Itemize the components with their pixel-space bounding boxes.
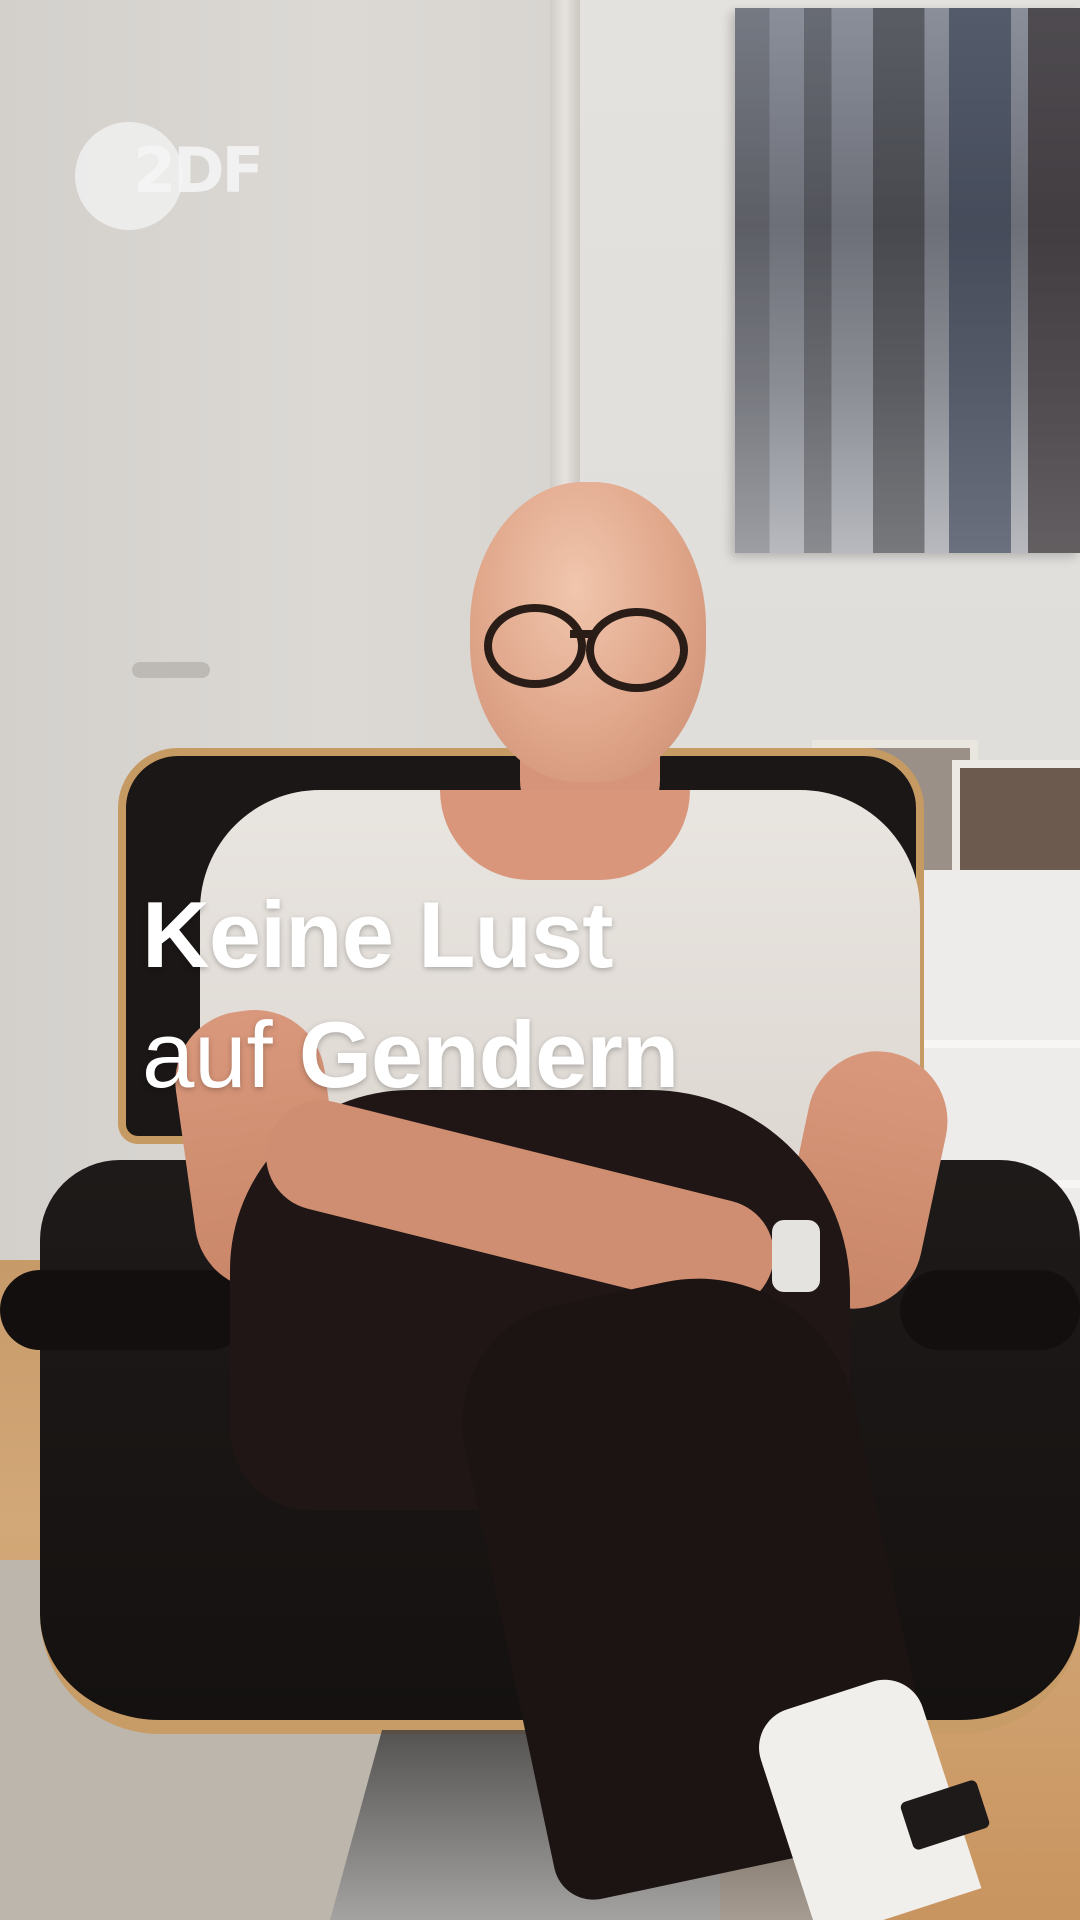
headline-line-2: auf Gendern <box>142 995 680 1115</box>
door-frame <box>550 0 580 490</box>
door-handle <box>132 662 210 678</box>
shelf-board <box>900 1040 1080 1048</box>
picture-frame <box>952 760 1080 886</box>
zdf-logo-text: 2DF <box>133 134 264 207</box>
glasses-bridge <box>570 630 592 638</box>
headline-word-bold: Gendern <box>298 1002 680 1107</box>
chair-armrest <box>0 1270 250 1350</box>
chair-armrest <box>900 1270 1080 1350</box>
wristwatch <box>772 1220 820 1292</box>
zdf-logo: 2DF <box>75 122 265 232</box>
video-frame[interactable]: 2DF Keine Lust auf Gendern <box>0 0 1080 1920</box>
glasses-lens <box>586 608 688 692</box>
glasses-lens <box>484 604 586 688</box>
wall-poster <box>735 8 1080 553</box>
headline: Keine Lust auf Gendern <box>142 875 680 1115</box>
headline-word-light: auf <box>142 1002 273 1107</box>
headline-line-1: Keine Lust <box>142 882 614 987</box>
